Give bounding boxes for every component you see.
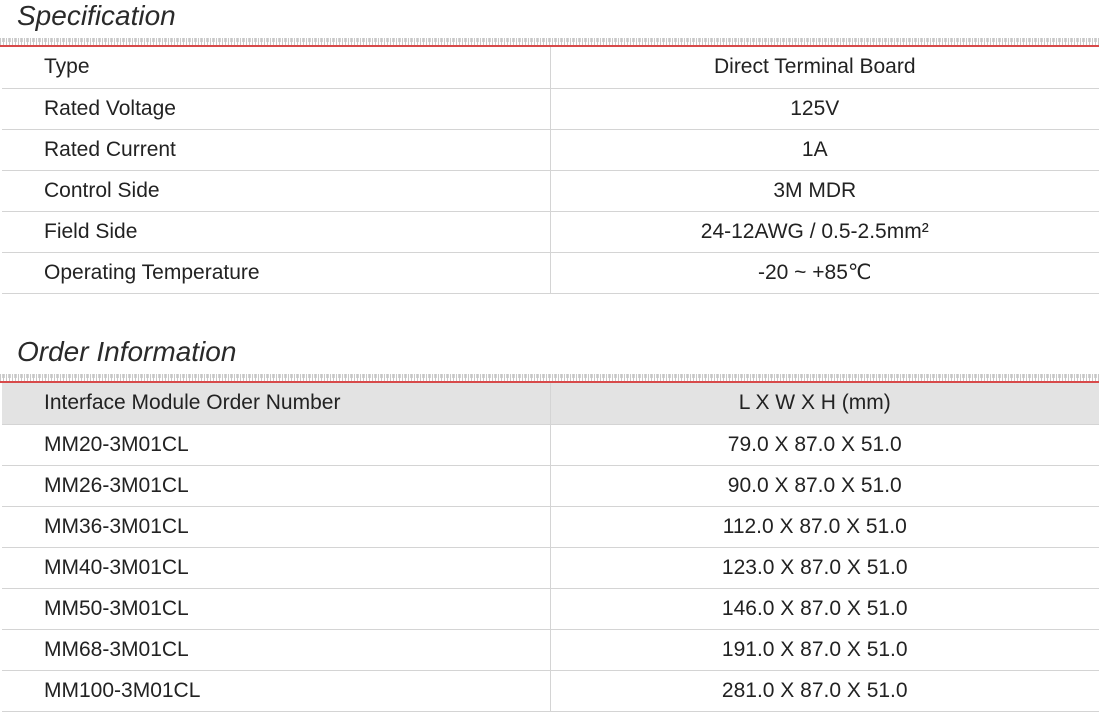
table-row: Operating Temperature -20 ~ +85℃ xyxy=(2,252,1099,294)
table-row: Type Direct Terminal Board xyxy=(2,47,1099,89)
table-row: MM20-3M01CL 79.0 X 87.0 X 51.0 xyxy=(2,424,1099,466)
spec-label: Rated Current xyxy=(2,129,551,171)
order-number-cell: MM68-3M01CL xyxy=(2,629,551,671)
order-information-divider xyxy=(0,374,1099,383)
table-row: Rated Voltage 125V xyxy=(2,88,1099,130)
table-row: MM36-3M01CL 112.0 X 87.0 X 51.0 xyxy=(2,506,1099,548)
spec-label: Type xyxy=(2,47,551,89)
table-row: MM26-3M01CL 90.0 X 87.0 X 51.0 xyxy=(2,465,1099,507)
order-number-cell: MM26-3M01CL xyxy=(2,465,551,507)
table-row: MM40-3M01CL 123.0 X 87.0 X 51.0 xyxy=(2,547,1099,589)
column-header-dimensions: L X W X H (mm) xyxy=(550,383,1099,425)
specification-table: Type Direct Terminal Board Rated Voltage… xyxy=(2,47,1099,294)
spec-value: -20 ~ +85℃ xyxy=(550,252,1099,294)
dimensions-cell: 146.0 X 87.0 X 51.0 xyxy=(550,588,1099,630)
column-header-order-number: Interface Module Order Number xyxy=(2,383,551,425)
order-number-cell: MM100-3M01CL xyxy=(2,670,551,712)
spec-label: Control Side xyxy=(2,170,551,212)
table-row: MM100-3M01CL 281.0 X 87.0 X 51.0 xyxy=(2,670,1099,712)
order-number-cell: MM50-3M01CL xyxy=(2,588,551,630)
spec-value: 24-12AWG / 0.5-2.5mm² xyxy=(550,211,1099,253)
specification-title: Specification xyxy=(17,0,176,31)
order-information-table: Interface Module Order Number L X W X H … xyxy=(2,383,1099,712)
order-number-cell: MM40-3M01CL xyxy=(2,547,551,589)
spec-label: Rated Voltage xyxy=(2,88,551,130)
order-number-cell: MM36-3M01CL xyxy=(2,506,551,548)
spec-value: Direct Terminal Board xyxy=(550,47,1099,89)
dimensions-cell: 123.0 X 87.0 X 51.0 xyxy=(550,547,1099,589)
order-information-title: Order Information xyxy=(17,336,237,367)
spec-value: 125V xyxy=(550,88,1099,130)
table-header-row: Interface Module Order Number L X W X H … xyxy=(2,383,1099,425)
dimensions-cell: 79.0 X 87.0 X 51.0 xyxy=(550,424,1099,466)
table-row: Field Side 24-12AWG / 0.5-2.5mm² xyxy=(2,211,1099,253)
order-number-cell: MM20-3M01CL xyxy=(2,424,551,466)
specification-divider xyxy=(0,38,1099,47)
dimensions-cell: 281.0 X 87.0 X 51.0 xyxy=(550,670,1099,712)
spec-value: 1A xyxy=(550,129,1099,171)
table-row: Rated Current 1A xyxy=(2,129,1099,171)
dimensions-cell: 90.0 X 87.0 X 51.0 xyxy=(550,465,1099,507)
dimensions-cell: 191.0 X 87.0 X 51.0 xyxy=(550,629,1099,671)
spec-value: 3M MDR xyxy=(550,170,1099,212)
spec-label: Field Side xyxy=(2,211,551,253)
table-row: MM50-3M01CL 146.0 X 87.0 X 51.0 xyxy=(2,588,1099,630)
table-row: Control Side 3M MDR xyxy=(2,170,1099,212)
dimensions-cell: 112.0 X 87.0 X 51.0 xyxy=(550,506,1099,548)
table-row: MM68-3M01CL 191.0 X 87.0 X 51.0 xyxy=(2,629,1099,671)
spec-label: Operating Temperature xyxy=(2,252,551,294)
